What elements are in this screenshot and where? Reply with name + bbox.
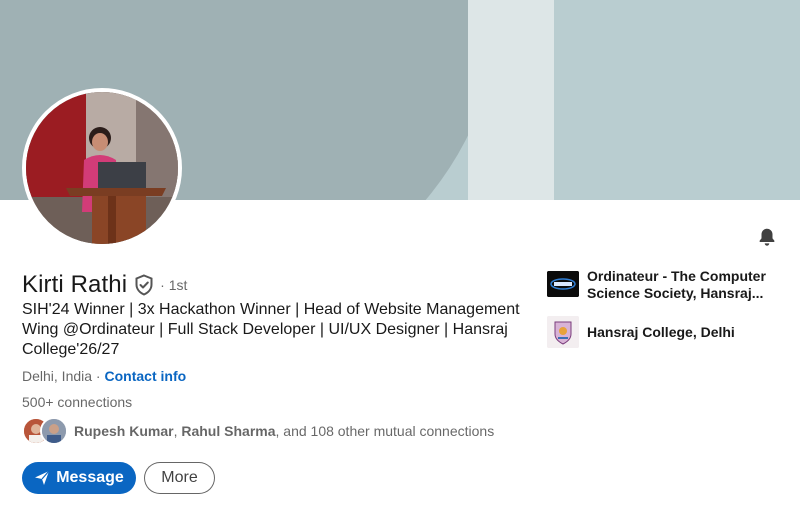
- message-button[interactable]: Message: [22, 462, 136, 494]
- side-item-label: Ordinateur - The Computer Science Societ…: [587, 268, 766, 301]
- verified-shield-icon[interactable]: [134, 274, 154, 296]
- more-button[interactable]: More: [144, 462, 215, 494]
- profile-side-list: Ordinateur - The Computer Science Societ…: [547, 268, 787, 362]
- profile-photo: [26, 92, 178, 244]
- message-button-label: Message: [56, 469, 124, 486]
- mutual-connections[interactable]: Rupesh Kumar, Rahul Sharma, and 108 othe…: [22, 417, 494, 445]
- location-separator: ·: [92, 368, 105, 384]
- avatar: [40, 417, 68, 445]
- hansraj-college-logo: [547, 316, 579, 348]
- mutual-name-2: Rahul Sharma: [181, 423, 276, 439]
- notify-bell-button[interactable]: [754, 224, 780, 250]
- location-row: Delhi, India · Contact info: [22, 367, 186, 385]
- connections-count: 500+: [22, 394, 54, 410]
- connection-degree: · 1st: [160, 277, 188, 293]
- mutual-name-1: Rupesh Kumar: [74, 423, 174, 439]
- mutual-avatars: [22, 417, 70, 445]
- profile-avatar[interactable]: [22, 88, 182, 248]
- location-text: Delhi, India: [22, 368, 93, 384]
- more-button-label: More: [161, 469, 198, 486]
- send-icon: [34, 470, 50, 486]
- side-item-ordinateur[interactable]: Ordinateur - The Computer Science Societ…: [547, 268, 787, 302]
- profile-actions: Message More: [22, 462, 215, 494]
- mutual-rest: , and 108 other mutual connections: [275, 423, 495, 439]
- side-item-hansraj[interactable]: Hansraj College, Delhi: [547, 316, 787, 348]
- connections-link[interactable]: 500+ connections: [22, 393, 132, 411]
- profile-headline: SIH'24 Winner | 3x Hackathon Winner | He…: [22, 301, 520, 358]
- ordinateur-logo: [547, 271, 579, 297]
- name-row: Kirti Rathi · 1st: [22, 270, 187, 300]
- banner-stripe: [468, 0, 554, 200]
- contact-info-link[interactable]: Contact info: [105, 368, 187, 384]
- side-item-label: Hansraj College, Delhi: [587, 323, 735, 340]
- profile-name: Kirti Rathi: [22, 271, 128, 298]
- profile-card: Kirti Rathi · 1st SIH'24 Winner | 3x Hac…: [0, 0, 800, 509]
- bell-icon: [759, 228, 775, 246]
- connections-label: connections: [53, 394, 133, 410]
- mutual-connections-text: Rupesh Kumar, Rahul Sharma, and 108 othe…: [74, 423, 494, 439]
